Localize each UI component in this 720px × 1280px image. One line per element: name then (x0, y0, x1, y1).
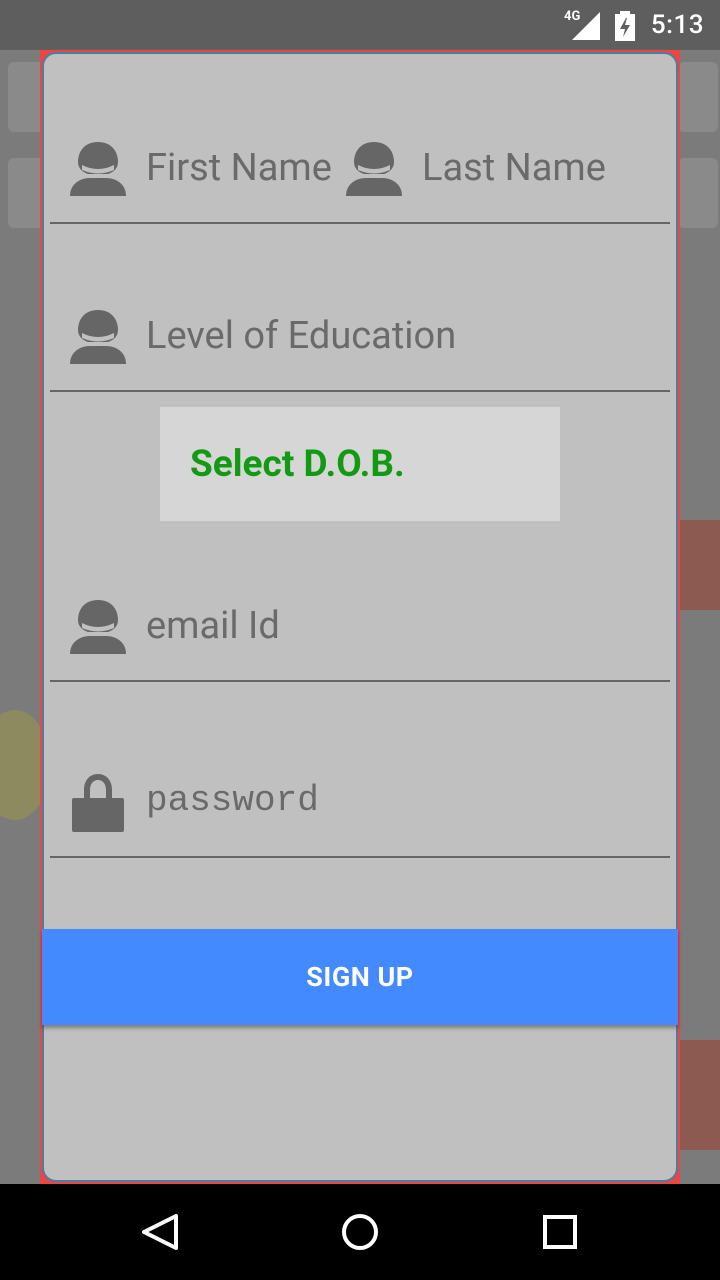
person-icon (70, 600, 126, 654)
background-card (678, 62, 718, 132)
last-name-placeholder: Last Name (422, 146, 606, 190)
signup-button[interactable]: SIGN UP (42, 929, 678, 1025)
lock-icon (72, 774, 124, 832)
email-input[interactable]: email Id (50, 578, 670, 682)
recents-icon[interactable] (530, 1202, 590, 1262)
background-image (680, 1040, 720, 1150)
first-name-placeholder: First Name (146, 146, 332, 190)
back-icon[interactable] (130, 1202, 190, 1262)
signal-icon (572, 12, 600, 40)
home-icon[interactable] (330, 1202, 390, 1262)
email-placeholder: email Id (146, 604, 280, 648)
password-placeholder: password (146, 780, 319, 821)
status-bar: 4G 5:13 (0, 0, 720, 50)
person-icon (70, 310, 126, 364)
navigation-bar (0, 1184, 720, 1280)
first-name-input[interactable]: First Name (50, 120, 340, 222)
education-placeholder: Level of Education (146, 314, 457, 358)
status-time: 5:13 (650, 10, 704, 40)
background-card (678, 158, 718, 228)
education-input[interactable]: Level of Education (50, 288, 670, 392)
background-image (680, 520, 720, 610)
battery-charging-icon (615, 11, 635, 41)
signup-label: SIGN UP (306, 961, 414, 993)
select-dob-label: Select D.O.B. (190, 442, 405, 486)
name-row: First Name Last Name (50, 120, 670, 224)
select-dob-button[interactable]: Select D.O.B. (160, 407, 560, 521)
last-name-input[interactable]: Last Name (340, 120, 670, 222)
password-input[interactable]: password (50, 752, 670, 858)
